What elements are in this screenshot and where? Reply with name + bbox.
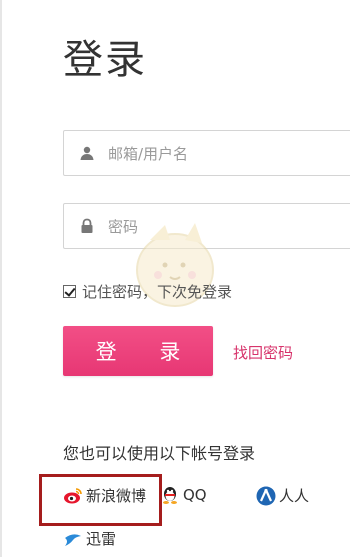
- xunlei-label: 迅雷: [86, 530, 117, 548]
- qq-icon: [160, 485, 180, 505]
- xunlei-login[interactable]: 迅雷: [63, 528, 116, 549]
- remember-checkbox[interactable]: [63, 285, 76, 298]
- username-placeholder: 邮箱/用户名: [108, 144, 189, 163]
- username-field[interactable]: 邮箱/用户名: [63, 130, 350, 176]
- qq-login[interactable]: QQ: [160, 485, 207, 505]
- weibo-highlight-box: [39, 474, 162, 526]
- forgot-password-link[interactable]: 找回密码: [233, 342, 293, 363]
- renren-login[interactable]: 人人: [256, 485, 309, 506]
- login-page: 登录 邮箱/用户名 密码 记住密码，下次免登录 登 录 找回密码 您也可以使用以…: [0, 0, 350, 557]
- renren-icon: [256, 486, 276, 506]
- page-title: 登录: [63, 37, 147, 83]
- xunlei-icon: [63, 529, 83, 549]
- user-icon: [78, 144, 96, 162]
- qq-label: QQ: [183, 486, 207, 504]
- alt-login-title: 您也可以使用以下帐号登录: [63, 444, 256, 463]
- lock-icon: [78, 217, 96, 235]
- left-divider: [0, 0, 2, 557]
- remember-label: 记住密码，下次免登录: [82, 283, 233, 301]
- remember-me[interactable]: 记住密码，下次免登录: [63, 281, 232, 302]
- login-button[interactable]: 登 录: [63, 326, 213, 376]
- renren-label: 人人: [279, 487, 310, 505]
